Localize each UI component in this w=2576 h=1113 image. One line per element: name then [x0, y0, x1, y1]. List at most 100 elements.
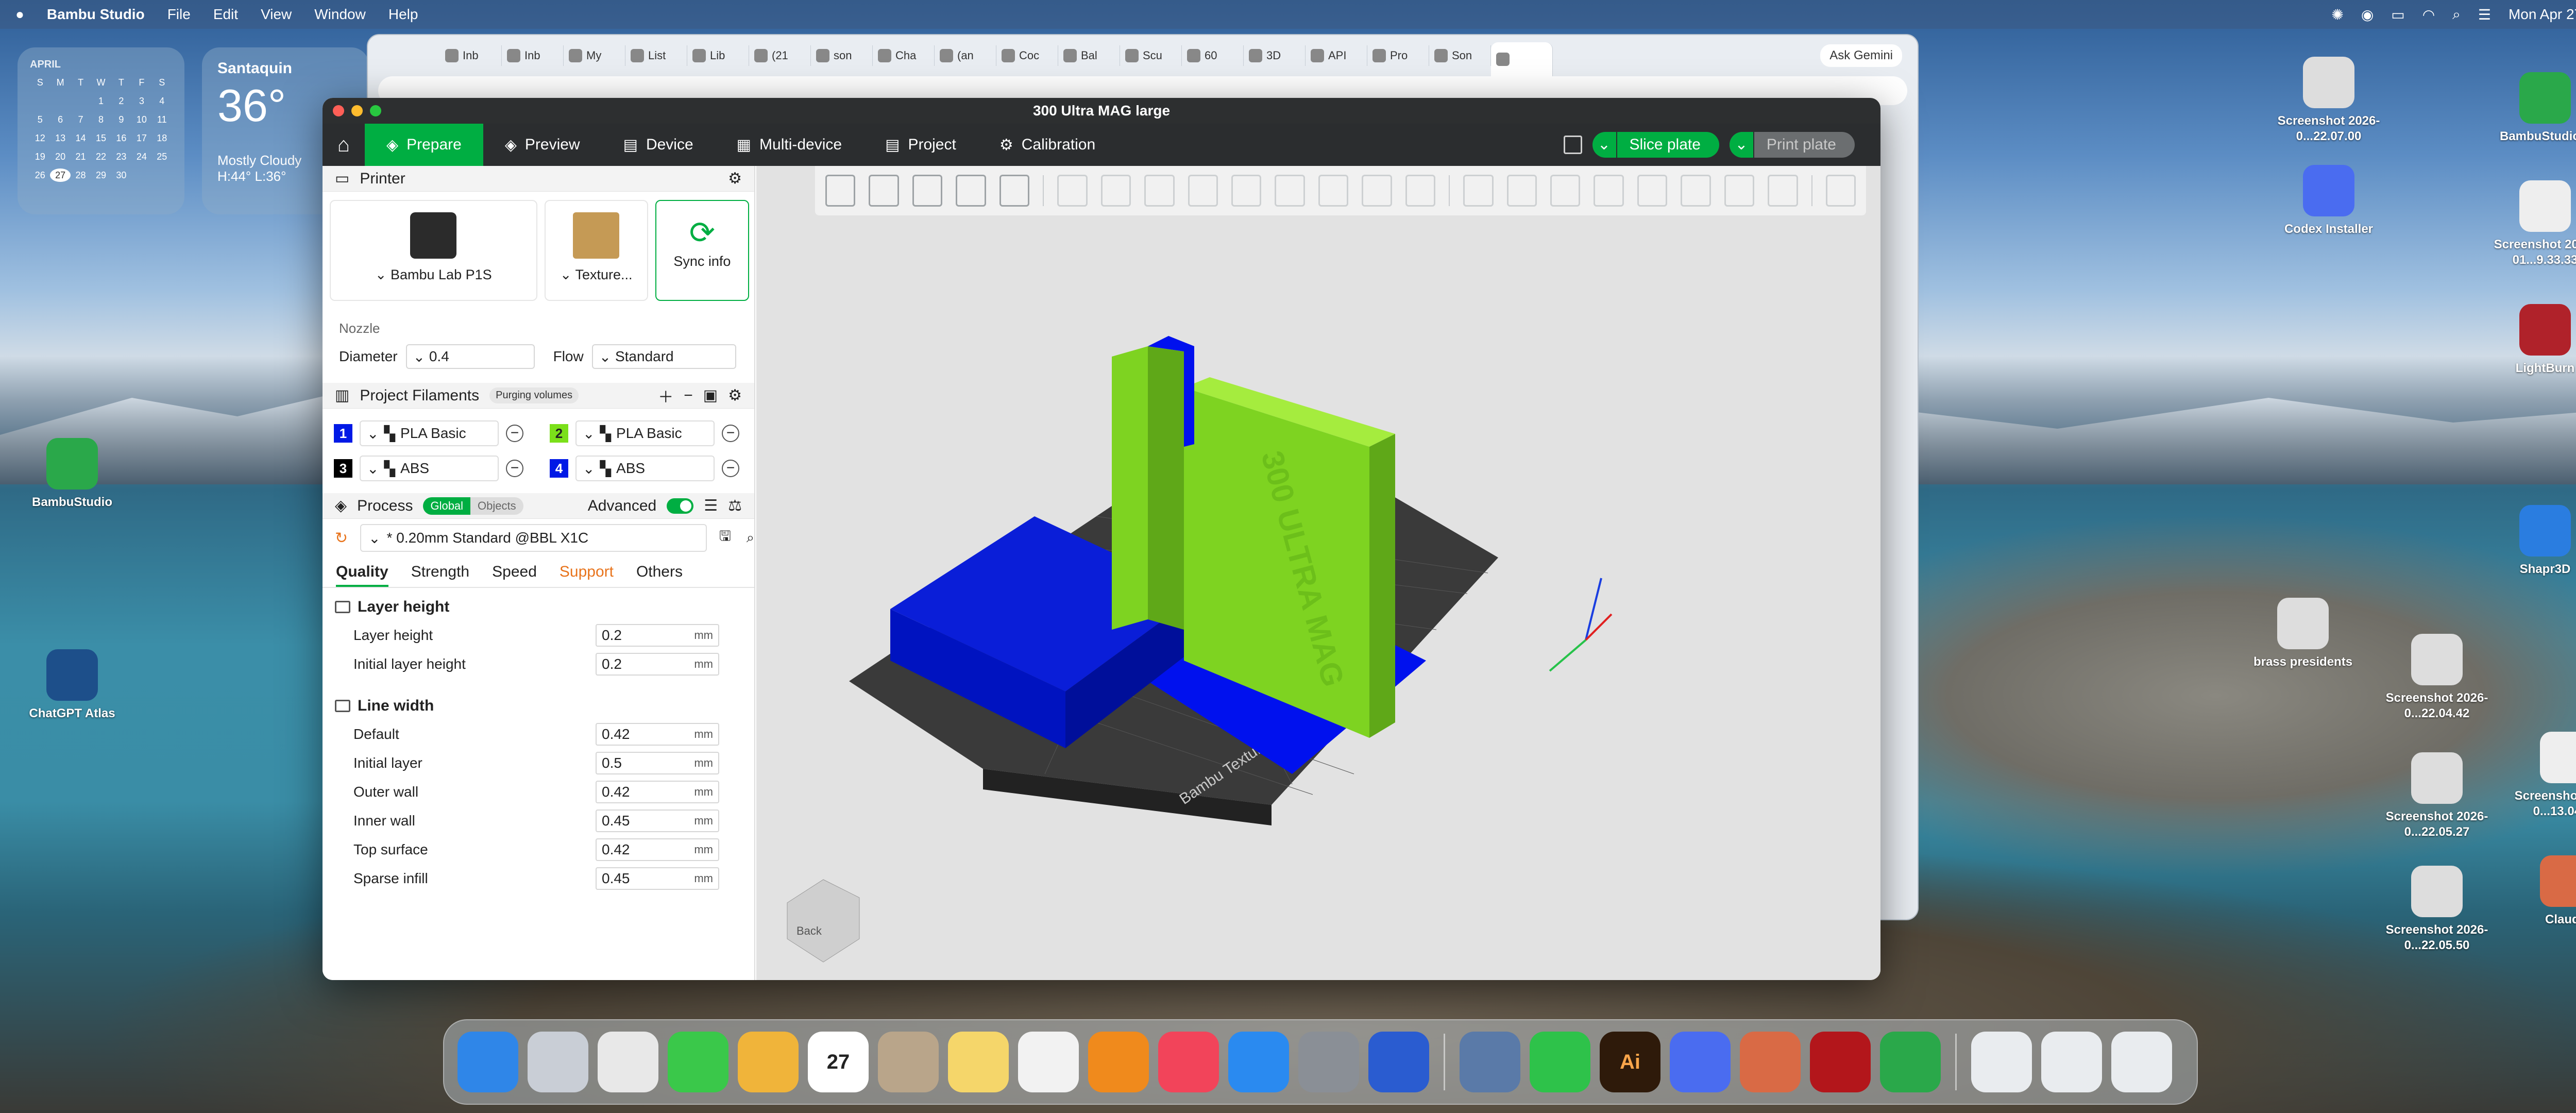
browser-tab[interactable]: Lib [687, 45, 749, 66]
browser-tab[interactable]: (21 [749, 45, 811, 66]
tab-preview[interactable]: ◈ Preview [483, 124, 602, 166]
menubar-clock[interactable]: Mon Apr 27 22:22 [2509, 6, 2576, 23]
browser-tab[interactable]: (an [935, 45, 996, 66]
3d-viewport[interactable]: Bambu Textured PEI Plate 300 ULTRA MAG B… [756, 166, 1880, 980]
browser-tab[interactable]: 3D [1244, 45, 1306, 66]
browser-tab[interactable]: Coc [996, 45, 1058, 66]
objects-option[interactable]: Objects [470, 497, 523, 515]
flow-select[interactable]: ⌄ Standard [591, 344, 736, 369]
dock-app-music[interactable] [1158, 1032, 1219, 1092]
seam-paint-icon[interactable] [1318, 175, 1349, 207]
calendar-day[interactable] [30, 94, 50, 108]
list-icon[interactable]: ☰ [704, 497, 718, 515]
browser-tab[interactable]: 60 [1182, 45, 1244, 66]
gear-icon[interactable]: ⚙ [728, 386, 742, 404]
remove-filament-button[interactable]: − [722, 425, 739, 442]
remove-icon[interactable]: − [684, 387, 693, 404]
tab-speed[interactable]: Speed [492, 563, 537, 587]
browser-tab[interactable] [1491, 42, 1553, 76]
setting-input[interactable]: 0.2 mm [596, 653, 719, 676]
calendar-day[interactable]: 6 [50, 113, 70, 126]
filament-select[interactable]: ⌄ ▚ PLA Basic [575, 420, 715, 446]
global-option[interactable]: Global [423, 497, 471, 515]
desktop-icon[interactable]: Shapr3D [2483, 505, 2576, 577]
calendar-day[interactable]: 18 [152, 131, 172, 145]
dock-recent-file[interactable] [1971, 1032, 2032, 1092]
auto-orient-icon[interactable] [1681, 175, 1711, 207]
desktop-icon[interactable]: Codex Installer [2267, 165, 2391, 237]
tab-project[interactable]: ▤ Project [863, 124, 978, 166]
desktop-icon[interactable]: BambuStudio [10, 438, 134, 510]
slice-plate-button[interactable]: ⌄ Slice plate [1592, 132, 1719, 158]
diameter-select[interactable]: ⌄ 0.4 [405, 344, 535, 369]
dock-app-messages[interactable] [668, 1032, 728, 1092]
variable-layer-icon[interactable] [1506, 175, 1537, 207]
remove-filament-button[interactable]: − [506, 460, 523, 477]
move-icon[interactable] [1057, 175, 1088, 207]
apple-icon[interactable]: ● [15, 6, 24, 23]
dock-app-acrobat[interactable] [1810, 1032, 1871, 1092]
browser-tab[interactable]: son [811, 45, 873, 66]
desktop-icon[interactable]: Screenshot 2026-01...9.33.33 [2483, 180, 2576, 268]
purging-volumes-button[interactable]: Purging volumes [489, 387, 579, 403]
process-scope-toggle[interactable]: Global Objects [423, 497, 523, 515]
battery-icon[interactable]: ▭ [2391, 6, 2404, 23]
dock-recent-file[interactable] [2041, 1032, 2102, 1092]
calendar-day[interactable]: 23 [111, 150, 131, 163]
dock-app-chrome[interactable] [598, 1032, 658, 1092]
mesh-boolean-icon[interactable] [1231, 175, 1262, 207]
calendar-day[interactable]: 1 [91, 94, 111, 108]
calendar-day[interactable] [131, 168, 151, 182]
text-tool-icon[interactable] [1405, 175, 1436, 207]
menu-window[interactable]: Window [314, 6, 366, 23]
calendar-day[interactable]: 15 [91, 131, 111, 145]
printer-select-card[interactable]: ⌄ Bambu Lab P1S [330, 200, 537, 301]
dock-app-launchpad[interactable] [528, 1032, 588, 1092]
calendar-day[interactable]: 8 [91, 113, 111, 126]
tab-others[interactable]: Others [636, 563, 683, 587]
tab-quality[interactable]: Quality [336, 563, 388, 587]
assembly-icon[interactable] [1550, 175, 1581, 207]
browser-tab[interactable]: Son [1429, 45, 1491, 66]
sync-info-button[interactable]: ⟳ Sync info [655, 200, 749, 301]
slice-heights-icon[interactable] [1463, 175, 1494, 207]
support-paint-icon[interactable] [1275, 175, 1305, 207]
setting-input[interactable]: 0.45 mm [596, 867, 719, 890]
reset-icon[interactable]: ↻ [323, 529, 348, 547]
cut-icon[interactable] [1188, 175, 1218, 207]
filament-number[interactable]: 2 [550, 424, 568, 443]
browser-tab[interactable]: Scu [1120, 45, 1182, 66]
calendar-day[interactable]: 13 [50, 131, 70, 145]
calendar-day[interactable]: 25 [152, 150, 172, 163]
layout-toggle-icon[interactable] [1563, 136, 1582, 154]
arrange-icon[interactable] [912, 175, 943, 207]
green-pillar-object[interactable] [1112, 346, 1148, 630]
add-plate-icon[interactable] [869, 175, 899, 207]
calendar-day[interactable]: 19 [30, 150, 50, 163]
calendar-day[interactable]: 24 [131, 150, 151, 163]
browser-tab[interactable]: Inb [502, 45, 564, 66]
calendar-day[interactable]: 11 [152, 113, 172, 126]
measure-icon[interactable] [1594, 175, 1624, 207]
scale-icon[interactable] [1144, 175, 1175, 207]
brightness-icon[interactable]: ✺ [2331, 6, 2343, 23]
home-button[interactable]: ⌂ [323, 124, 365, 166]
menu-view[interactable]: View [261, 6, 292, 23]
rotate-icon[interactable] [1100, 175, 1131, 207]
calendar-day[interactable] [152, 168, 172, 182]
tab-support[interactable]: Support [560, 563, 614, 587]
calendar-day[interactable]: 16 [111, 131, 131, 145]
dock-app-finder[interactable] [457, 1032, 518, 1092]
desktop-icon[interactable]: BambuStudio 2 [2483, 72, 2576, 144]
filament-number[interactable]: 1 [334, 424, 352, 443]
desktop-icon[interactable]: LightBurn [2483, 304, 2576, 376]
setting-input[interactable]: 0.42 mm [596, 781, 719, 803]
calendar-day[interactable]: 2 [111, 94, 131, 108]
desktop-icon[interactable]: Screenshot 2026-0...13.04.44 [2504, 732, 2576, 819]
dock-app-app-store[interactable] [1228, 1032, 1289, 1092]
desktop-icon[interactable]: ChatGPT Atlas [10, 649, 134, 721]
dock-app-codex[interactable] [1670, 1032, 1731, 1092]
calendar-day[interactable]: 20 [50, 150, 70, 163]
browser-tab[interactable]: List [625, 45, 687, 66]
calendar-day[interactable]: 22 [91, 150, 111, 163]
